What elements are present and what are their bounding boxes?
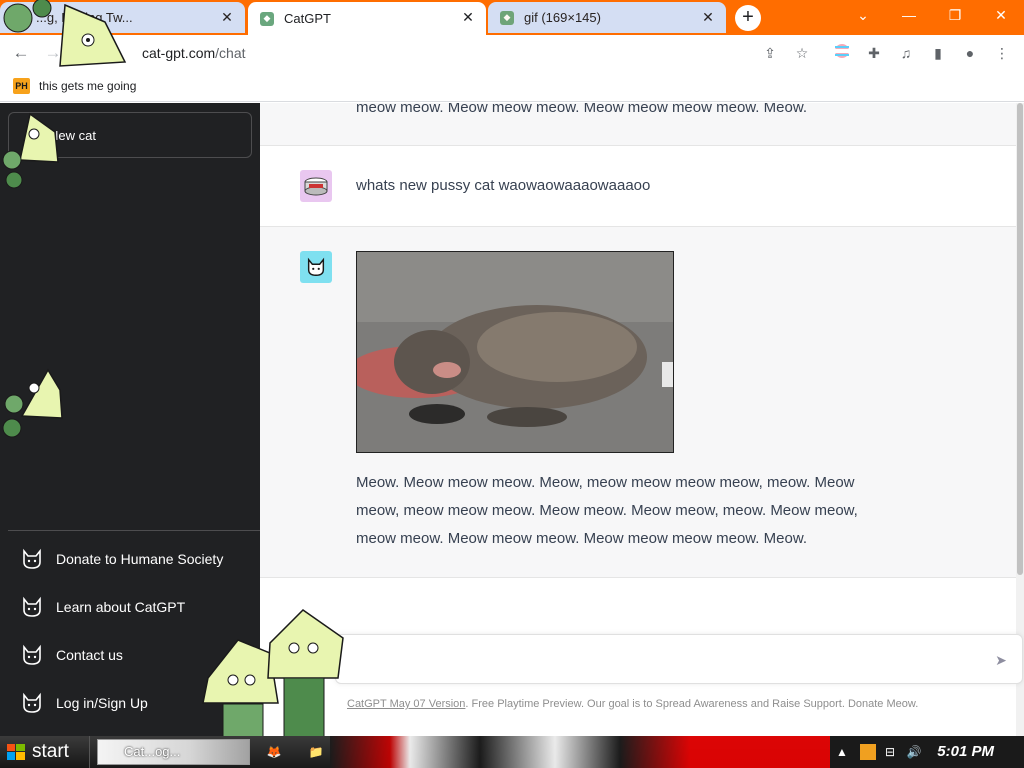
forward-icon[interactable]: → bbox=[40, 41, 66, 65]
tab-title: CatGPT bbox=[284, 11, 331, 26]
tray-expand-icon[interactable]: ▲ bbox=[834, 744, 850, 760]
cat-lying-illustration bbox=[357, 252, 673, 452]
gif-favicon-icon: ◆ bbox=[500, 10, 514, 25]
close-icon[interactable]: ✕ bbox=[700, 9, 716, 25]
firefox-icon[interactable]: 🦊 bbox=[266, 744, 282, 760]
restore-button[interactable]: ❐ bbox=[932, 0, 978, 30]
taskbar: start Cat...og... 🦊 📁 ▲ ⊟ 🔊 5:01 PM bbox=[0, 736, 1024, 768]
side-panel-icon[interactable]: ▮ bbox=[928, 43, 948, 63]
message-text: whats new pussy cat waowaowaaaowaaaoo bbox=[356, 177, 651, 194]
tab-search-icon[interactable]: ⌄ bbox=[840, 0, 886, 30]
sidebar-item-label: Learn about CatGPT bbox=[56, 599, 186, 615]
new-cat-button[interactable]: New cat bbox=[8, 112, 252, 158]
network-icon[interactable]: ⊟ bbox=[882, 744, 898, 760]
new-cat-label: New cat bbox=[49, 127, 96, 143]
bookmarks-bar: PH this gets me going bbox=[0, 71, 1024, 102]
version-link[interactable]: CatGPT May 07 Version bbox=[347, 698, 465, 710]
close-icon[interactable]: ✕ bbox=[460, 9, 476, 25]
scrollbar-thumb[interactable] bbox=[1017, 103, 1023, 575]
star-icon[interactable]: ☆ bbox=[792, 43, 812, 63]
extensions-icon[interactable]: ✚ bbox=[864, 43, 884, 63]
assistant-message: Meow. Meow meow meow. Meow, meow meow me… bbox=[260, 227, 1016, 578]
windows-logo-icon bbox=[7, 744, 25, 760]
new-tab-button[interactable]: + bbox=[735, 5, 761, 31]
media-icon[interactable]: ♫ bbox=[896, 43, 916, 63]
cat-icon bbox=[23, 692, 41, 713]
cat-gif-image bbox=[356, 251, 674, 453]
profile-icon[interactable]: ● bbox=[960, 43, 980, 63]
cat-icon bbox=[23, 596, 41, 617]
tab-title: gif (169×145) bbox=[524, 10, 601, 25]
taskbar-chrome-window[interactable]: Cat...og... bbox=[97, 739, 250, 765]
taskbar-wallpaper bbox=[330, 736, 830, 768]
assistant-message: meow meow. Meow meow meow. Meow meow meo… bbox=[260, 103, 1016, 146]
start-button[interactable]: start bbox=[0, 736, 90, 768]
tab-title: ...g, Darling Tw... bbox=[36, 10, 133, 25]
bookmark-favicon-icon: PH bbox=[13, 78, 30, 94]
bot-avatar bbox=[300, 251, 332, 283]
url-host: cat-gpt.com bbox=[142, 45, 216, 61]
minimize-button[interactable]: — bbox=[886, 0, 932, 30]
volume-icon[interactable]: 🔊 bbox=[906, 744, 922, 760]
close-window-button[interactable]: ✕ bbox=[978, 0, 1024, 30]
sidebar-item-learn[interactable]: Learn about CatGPT bbox=[8, 585, 252, 629]
folder-icon[interactable]: 📁 bbox=[308, 744, 324, 760]
tab-favicon-icon: ● bbox=[12, 10, 26, 25]
user-message: whats new pussy cat waowaowaaaowaaaoo bbox=[260, 146, 1016, 227]
tab-catgpt[interactable]: ◆ CatGPT ✕ bbox=[248, 2, 486, 35]
message-text: Meow. Meow meow meow. Meow, meow meow me… bbox=[356, 474, 858, 547]
tab-gif[interactable]: ◆ gif (169×145) ✕ bbox=[488, 2, 726, 33]
tray-app-icon[interactable] bbox=[860, 744, 876, 760]
sidebar-item-label: Contact us bbox=[56, 647, 123, 663]
sidebar-item-label: Log in/Sign Up bbox=[56, 695, 148, 711]
clock[interactable]: 5:01 PM bbox=[937, 736, 994, 768]
sidebar-divider bbox=[8, 530, 260, 531]
sidebar-item-contact[interactable]: Contact us bbox=[8, 633, 252, 677]
start-label: start bbox=[32, 741, 69, 762]
share-icon[interactable]: ⇪ bbox=[760, 43, 780, 63]
sidebar-item-donate[interactable]: Donate to Humane Society bbox=[8, 537, 252, 581]
user-avatar bbox=[300, 170, 332, 202]
sidebar-item-label: Donate to Humane Society bbox=[56, 551, 224, 567]
cat-icon bbox=[23, 548, 41, 569]
cat-icon bbox=[23, 644, 41, 665]
back-icon[interactable]: ← bbox=[8, 41, 34, 65]
cat-food-can-icon bbox=[304, 177, 328, 196]
cat-icon bbox=[307, 257, 325, 276]
sidebar: New cat Donate to Humane Society Learn a… bbox=[0, 103, 260, 736]
menu-icon[interactable]: ⋮ bbox=[992, 43, 1012, 63]
address-bar[interactable]: cat-gpt.com/chat bbox=[142, 45, 246, 61]
send-icon[interactable]: ➤ bbox=[992, 651, 1010, 669]
task-label: Cat...og... bbox=[124, 744, 181, 759]
message-text: meow meow. Meow meow meow. Meow meow meo… bbox=[356, 103, 807, 116]
tab-darling[interactable]: ● ...g, Darling Tw... ✕ bbox=[0, 2, 245, 33]
sidebar-item-login[interactable]: Log in/Sign Up bbox=[8, 681, 252, 725]
footer-note: CatGPT May 07 Version. Free Playtime Pre… bbox=[347, 698, 918, 710]
reload-icon[interactable]: ↻ bbox=[72, 41, 98, 65]
browser-toolbar: ← → ↻ cat-gpt.com/chat ⇪ ☆ ✚ ♫ ▮ ● ⋮ bbox=[0, 35, 1024, 71]
extension-flag-icon[interactable] bbox=[832, 43, 852, 63]
browser-tab-strip: ● ...g, Darling Tw... ✕ ◆ CatGPT ✕ ◆ gif… bbox=[0, 0, 1024, 35]
url-path: /chat bbox=[215, 45, 246, 61]
footer-text: . Free Playtime Preview. Our goal is to … bbox=[465, 698, 919, 710]
bookmark-link[interactable]: this gets me going bbox=[39, 79, 136, 93]
catgpt-favicon-icon: ◆ bbox=[260, 11, 274, 26]
close-icon[interactable]: ✕ bbox=[219, 9, 235, 25]
system-tray: ▲ ⊟ 🔊 5:01 PM bbox=[830, 736, 1024, 768]
message-input[interactable] bbox=[350, 649, 970, 671]
message-input-box[interactable]: ➤ bbox=[335, 634, 1023, 684]
